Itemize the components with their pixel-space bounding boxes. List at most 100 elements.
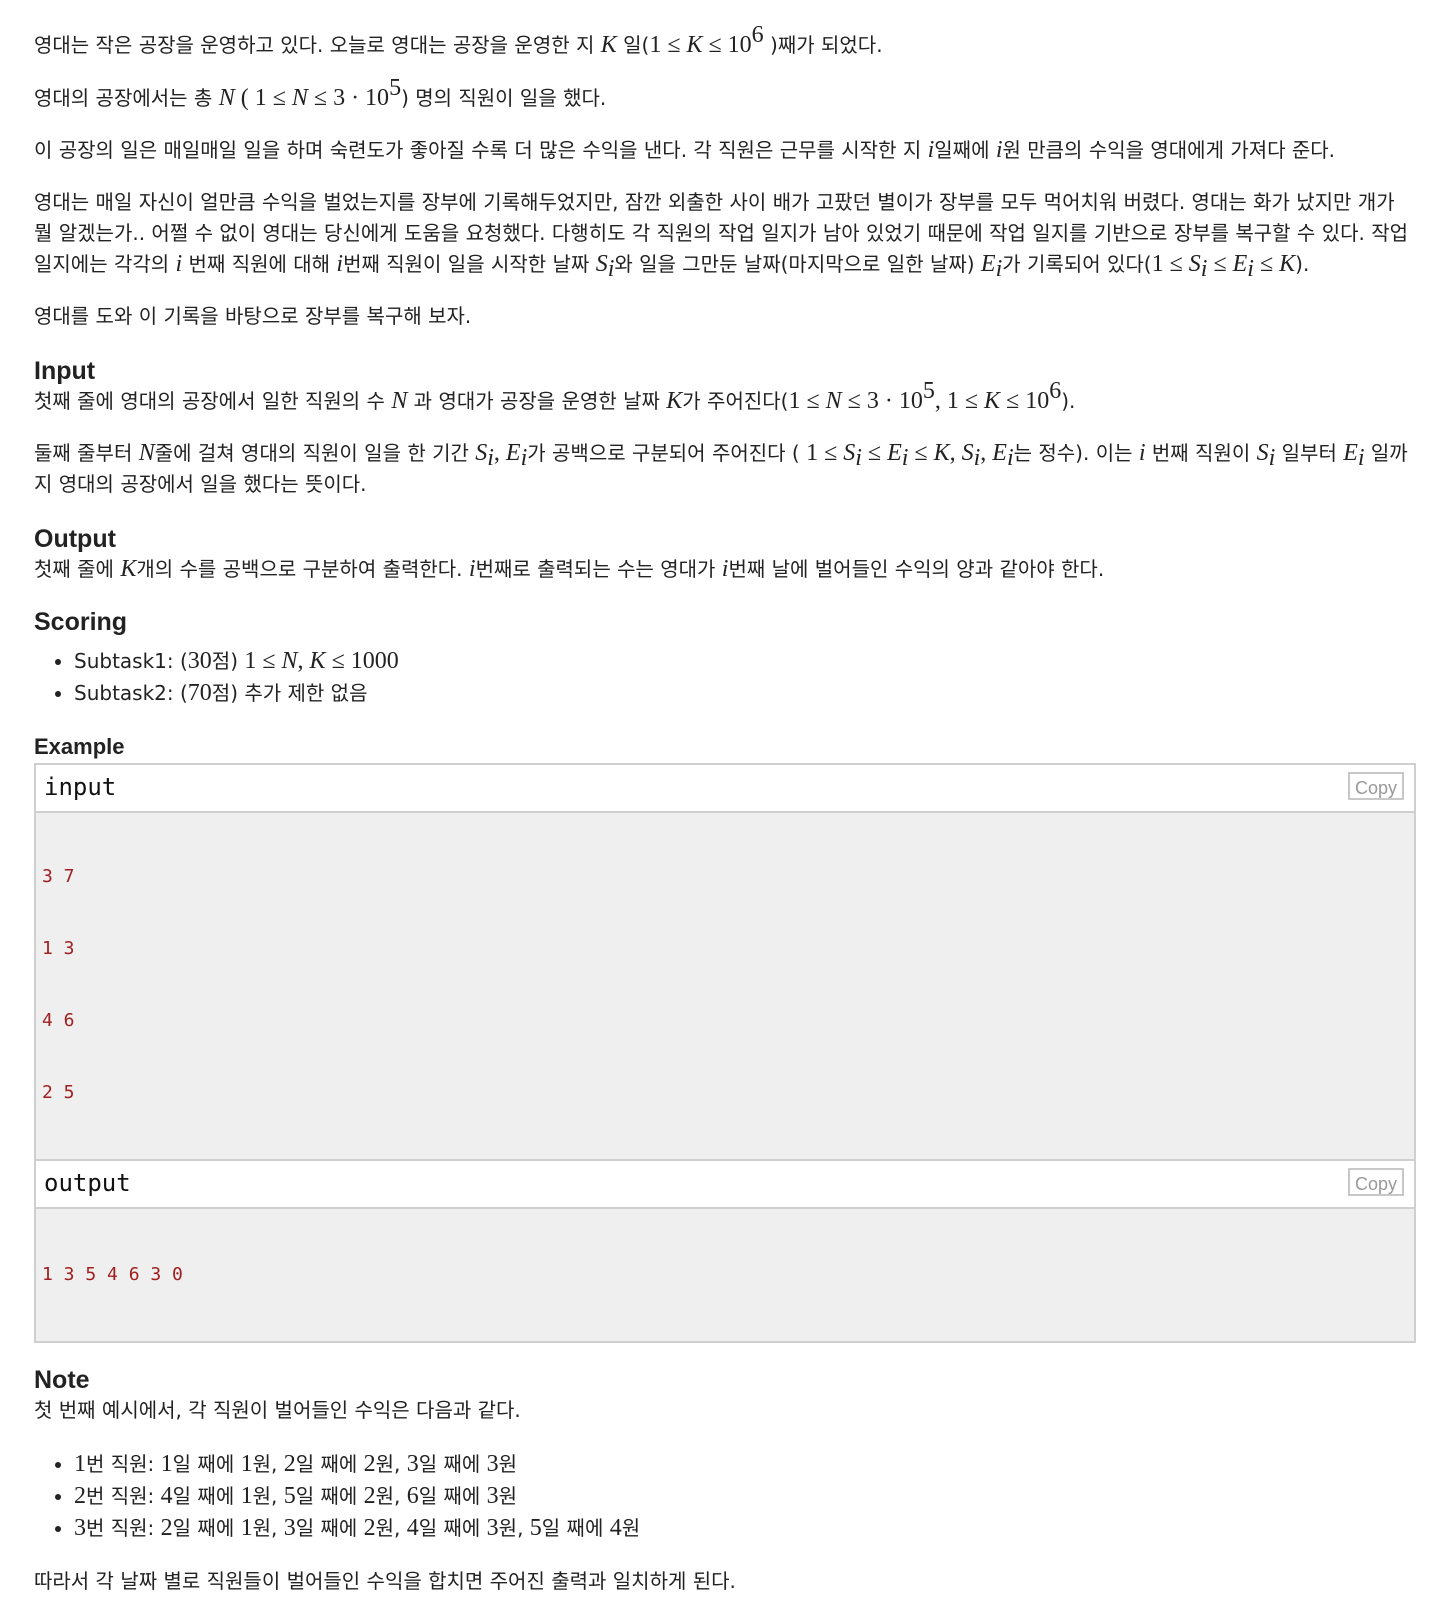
text: 원, <box>252 1484 284 1508</box>
math: 1 ≤ <box>649 32 687 58</box>
text: 번 직원: <box>86 1452 161 1476</box>
math: 1 <box>240 1451 253 1477</box>
math: 5 <box>529 1515 542 1541</box>
text: 원, <box>498 1516 530 1540</box>
math-var-i: i <box>995 137 1003 163</box>
math-var-e: E <box>887 440 902 466</box>
input-paragraph-2: 둘째 줄부터 N줄에 걸쳐 영대의 직원이 일을 한 기간 Si, Ei 가 공백… <box>34 438 1416 500</box>
math: ≤ <box>861 440 888 466</box>
input-paragraph-1: 첫째 줄에 영대의 공장에서 일한 직원의 수 N 과 영대가 공장을 운영한 … <box>34 379 1416 417</box>
math-exponent: 6 <box>751 22 764 48</box>
math-var-n: N <box>825 388 842 414</box>
text: 번 직원: <box>86 1516 161 1540</box>
list-item: Subtask1: (30점) 1 ≤ N, K ≤ 1000 <box>74 645 1416 677</box>
text: 일 째에 <box>418 1516 487 1540</box>
text: 원 만큼의 수익을 영대에게 가져다 준다. <box>1002 138 1336 162</box>
math-var-i: i <box>468 556 476 582</box>
text: 첫째 줄에 <box>34 557 121 581</box>
list-item: 3번 직원: 2일 째에 1원, 3일 째에 2원, 4일 째에 3원, 5일 … <box>74 1512 1416 1544</box>
math: 3 <box>283 1515 296 1541</box>
text: 일 째에 <box>418 1484 487 1508</box>
math: ≤ <box>1253 251 1280 277</box>
math: 2 <box>363 1515 376 1541</box>
math-var-s: S <box>1256 440 1269 466</box>
text: 가 공백으로 구분되어 주어진다 ( <box>527 441 807 465</box>
math: ( <box>234 85 255 111</box>
text: ). <box>1061 389 1076 413</box>
math: 1 <box>74 1451 86 1477</box>
sample-output-body: 1 3 5 4 6 3 0 <box>36 1209 1414 1341</box>
copy-output-button[interactable]: Copy <box>1348 1168 1404 1196</box>
math-var-s: S <box>1188 251 1201 277</box>
text: 이 공장의 일은 매일매일 일을 하며 숙련도가 좋아질 수록 더 많은 수익을… <box>34 138 928 162</box>
math-exponent: 5 <box>389 75 402 101</box>
text: ) 명의 직원이 일을 했다. <box>401 86 607 110</box>
sample-input-line: 4 6 <box>42 1010 75 1031</box>
math-subscript: i <box>1357 445 1365 471</box>
problem-document: 영대는 작은 공장을 운영하고 있다. 오늘로 영대는 공장을 운영한 지 K … <box>34 23 1416 1597</box>
text: 번째 직원이 일을 시작한 날짜 <box>343 252 596 276</box>
text: 원, <box>375 1516 407 1540</box>
math-var-e: E <box>1343 440 1358 466</box>
text: 원 <box>621 1516 641 1540</box>
math: 3 <box>74 1515 86 1541</box>
statement-paragraph-4: 영대는 매일 자신이 얼만큼 수익을 벌었는지를 장부에 기록해두었지만, 잠깐… <box>34 187 1416 282</box>
statement-paragraph-1: 영대는 작은 공장을 운영하고 있다. 오늘로 영대는 공장을 운영한 지 K … <box>34 23 1416 61</box>
text: 과 영대가 공장을 운영한 날짜 <box>407 389 667 413</box>
math: ≤ 10 <box>702 32 752 58</box>
text: 일 째에 <box>295 1484 364 1508</box>
text: 일( <box>616 33 650 57</box>
math-var-n: N <box>138 440 155 466</box>
math: ≤ <box>908 440 934 466</box>
note-list: 1번 직원: 1일 째에 1원, 2일 째에 2원, 3일 째에 3원 2번 직… <box>34 1448 1416 1544</box>
math: 1 ≤ <box>806 440 844 466</box>
math-var-n: N <box>281 648 298 674</box>
example-box: input Copy 3 7 1 3 4 6 2 5 output Copy 1… <box>34 763 1416 1343</box>
math: , <box>493 440 506 466</box>
text: 번 직원: <box>86 1484 161 1508</box>
text: 점) 추가 제한 없음 <box>211 681 368 705</box>
math: , 1 ≤ <box>934 388 984 414</box>
text: 는 정수). 이는 <box>1013 441 1139 465</box>
math-var-k: K <box>120 556 137 582</box>
math: 1 <box>240 1515 253 1541</box>
output-paragraph-1: 첫째 줄에 K개의 수를 공백으로 구분하여 출력한다. i번째로 출력되는 수… <box>34 554 1416 585</box>
math-var-s: S <box>961 440 974 466</box>
math-var-k: K <box>686 32 703 58</box>
text: Subtask1: ( <box>74 649 188 673</box>
list-item: 2번 직원: 4일 째에 1원, 5일 째에 2원, 6일 째에 3원 <box>74 1480 1416 1512</box>
sample-output-header: output Copy <box>36 1159 1414 1209</box>
math: , <box>980 440 993 466</box>
math: 1 <box>160 1451 173 1477</box>
input-heading: Input <box>34 357 96 385</box>
math-subscript: i <box>855 445 862 471</box>
sample-output-label: output <box>44 1169 131 1197</box>
math: 4 <box>609 1515 622 1541</box>
math-subscript: i <box>1006 445 1014 471</box>
text: 영대는 작은 공장을 운영하고 있다. 오늘로 영대는 공장을 운영한 지 <box>34 33 601 57</box>
math: 2 <box>363 1483 376 1509</box>
math-subscript: i <box>1247 256 1254 282</box>
math-var-k: K <box>984 388 1001 414</box>
output-heading: Output <box>34 525 116 553</box>
sample-input-line: 2 5 <box>42 1082 75 1103</box>
statement-paragraph-2: 영대의 공장에서는 총 N ( 1 ≤ N ≤ 3 · 105) 명의 직원이 … <box>34 76 1416 114</box>
text: 번째 날에 벌어들인 수익의 양과 같아야 한다. <box>728 557 1105 581</box>
text: 첫째 줄에 영대의 공장에서 일한 직원의 수 <box>34 389 392 413</box>
text: Subtask2: ( <box>74 681 188 705</box>
scoring-list: Subtask1: (30점) 1 ≤ N, K ≤ 1000 Subtask2… <box>34 645 1416 709</box>
math-exponent: 5 <box>922 378 935 404</box>
copy-input-button[interactable]: Copy <box>1348 772 1404 800</box>
text: 번째로 출력되는 수는 영대가 <box>475 557 722 581</box>
math: ≤ 3 · 10 <box>307 85 390 111</box>
math: , <box>297 648 310 674</box>
math-var-n: N <box>291 85 308 111</box>
statement-paragraph-3: 이 공장의 일은 매일매일 일을 하며 숙련도가 좋아질 수록 더 많은 수익을… <box>34 135 1416 166</box>
math: 4 <box>160 1483 173 1509</box>
math: 70 <box>187 680 212 706</box>
math: 2 <box>74 1483 86 1509</box>
math-var-n: N <box>391 388 408 414</box>
note-outro: 따라서 각 날짜 별로 직원들이 벌어들인 수익을 합치면 주어진 출력과 일치… <box>34 1569 736 1593</box>
text: 가 주어진다( <box>682 389 789 413</box>
math-var-s: S <box>595 251 608 277</box>
